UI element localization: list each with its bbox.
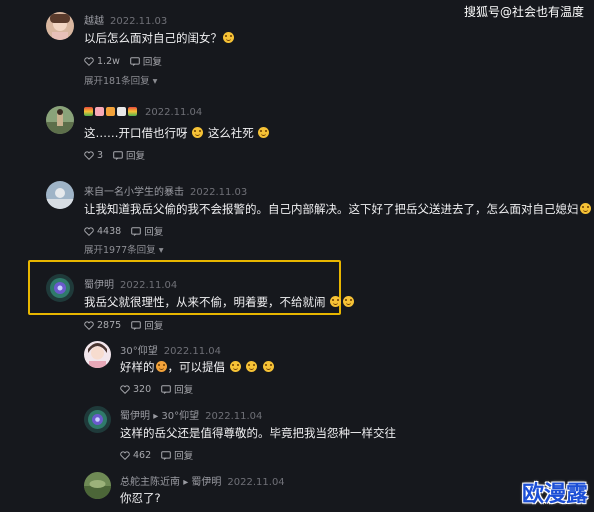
expand-replies-label: 展开181条回复 [84, 76, 150, 87]
reply-to-username[interactable]: 蜀伊明 [191, 477, 221, 488]
reply-button[interactable]: 回复 [131, 318, 163, 332]
reply-icon [113, 150, 123, 160]
comment-text-suffix: 这么社死 [207, 126, 254, 140]
reply-button[interactable]: 回复 [161, 382, 193, 396]
like-count: 4438 [97, 225, 122, 237]
reply-to-username[interactable]: 30°仰望 [161, 411, 199, 422]
reply-button[interactable]: 回复 [131, 224, 163, 238]
reply-label: 回复 [126, 151, 146, 162]
comment-text: 这……开口借也行呀 [84, 126, 188, 140]
pig-badge-icon [95, 107, 104, 116]
like-count: 2875 [97, 319, 122, 331]
like-count: 3 [97, 149, 104, 161]
avatar[interactable] [46, 181, 74, 209]
heart-icon [84, 56, 94, 66]
heart-icon [84, 320, 94, 330]
reply-icon [131, 226, 141, 236]
grin-emoji-icon [229, 361, 241, 372]
comment-date: 2022.11.03 [110, 16, 168, 27]
avatar[interactable] [46, 106, 74, 134]
rabbit-badge-icon [117, 107, 126, 116]
reply-button[interactable]: 回复 [113, 148, 145, 162]
reply-username[interactable]: 30°仰望 [120, 346, 158, 357]
reply-label: 回复 [142, 57, 162, 68]
expand-replies-button[interactable]: 展开1977条回复 ▾ [84, 242, 164, 256]
like-button[interactable]: 2875 [84, 320, 121, 331]
thumbs-up-emoji-icon [155, 361, 167, 372]
chevron-down-icon: ▾ [152, 76, 158, 87]
comment-username[interactable]: 来自一名小学生的暴击 [84, 187, 184, 198]
reply-date: 2022.11.04 [163, 346, 221, 357]
reply-label: 回复 [144, 321, 164, 332]
like-count: 462 [133, 449, 152, 461]
reply-button[interactable]: 回复 [161, 448, 193, 462]
avatar[interactable] [84, 406, 111, 433]
heart-icon [84, 226, 94, 236]
reply-icon [161, 384, 171, 394]
like-button[interactable]: 4438 [84, 226, 121, 237]
rainbow-badge-icon [84, 107, 93, 116]
source-watermark: 搜狐号@社会也有温度 [463, 5, 584, 19]
heart-icon [84, 150, 94, 160]
avatar[interactable] [46, 12, 74, 40]
reply-button[interactable]: 回复 [130, 54, 162, 68]
reply-label: 回复 [174, 451, 194, 462]
like-button[interactable]: 1.2w [84, 56, 120, 67]
reply-arrow-icon: ▸ [183, 477, 189, 488]
comment-date: 2022.11.04 [120, 280, 178, 291]
expand-replies-button[interactable]: 展开181条回复 ▾ [84, 73, 157, 87]
avatar[interactable] [46, 274, 74, 302]
reply-text: 这样的岳父还是值得尊敬的。毕竟把我当怨种一样交往 [120, 426, 396, 440]
reply-date: 2022.11.04 [205, 411, 263, 422]
avatar[interactable] [84, 472, 111, 499]
like-count: 1.2w [97, 55, 120, 67]
grin-emoji-icon [258, 127, 270, 138]
reply-username[interactable]: 蜀伊明 [120, 411, 150, 422]
like-button[interactable]: 320 [120, 384, 151, 395]
sweat-emoji-icon [343, 296, 355, 307]
like-button[interactable]: 3 [84, 150, 103, 161]
rainbow-badge-icon [128, 107, 137, 116]
reply-icon [130, 56, 140, 66]
comment-text: 我岳父就很理性，从来不偷，明着要，不给就闹 [84, 295, 326, 309]
site-logo: 欧漫露 [521, 482, 588, 507]
grin-emoji-icon [262, 361, 274, 372]
like-button[interactable]: 462 [120, 450, 151, 461]
reply-text-suffix: ，可以提倡 [167, 360, 226, 374]
reply-icon [131, 320, 141, 330]
reply-icon [161, 450, 171, 460]
laugh-emoji-icon [192, 127, 204, 138]
comment-username[interactable]: 越越 [84, 16, 104, 27]
like-count: 320 [133, 383, 152, 395]
expand-replies-label: 展开1977条回复 [84, 245, 156, 256]
avatar[interactable] [84, 341, 111, 368]
heart-icon [120, 450, 130, 460]
reply-date: 2022.11.04 [227, 477, 285, 488]
tiger-badge-icon [106, 107, 115, 116]
reply-label: 回复 [174, 385, 194, 396]
reply-username[interactable]: 总舵主陈近南 [120, 477, 180, 488]
username-badges[interactable] [84, 107, 139, 119]
comment-date: 2022.11.03 [190, 187, 248, 198]
comment-text: 以后怎么面对自己的闺女？ [84, 31, 222, 45]
chevron-down-icon: ▾ [158, 245, 164, 256]
reply-label: 回复 [144, 227, 164, 238]
reply-text: 你忍了? [120, 491, 161, 505]
reply-arrow-icon: ▸ [153, 411, 159, 422]
comment-date: 2022.11.04 [145, 107, 203, 118]
comment-username[interactable]: 蜀伊明 [84, 280, 114, 291]
grin-emoji-icon [246, 361, 258, 372]
comment-text: 让我知道我岳父偷的我不会报警的。自己内部解决。这下好了把岳父送进去了，怎么面对自… [84, 202, 579, 216]
reply-text: 好样的 [120, 360, 155, 374]
heart-icon [120, 384, 130, 394]
sweat-emoji-icon [330, 296, 342, 307]
laugh-emoji-icon [223, 32, 234, 43]
laugh-emoji-icon [579, 203, 591, 214]
